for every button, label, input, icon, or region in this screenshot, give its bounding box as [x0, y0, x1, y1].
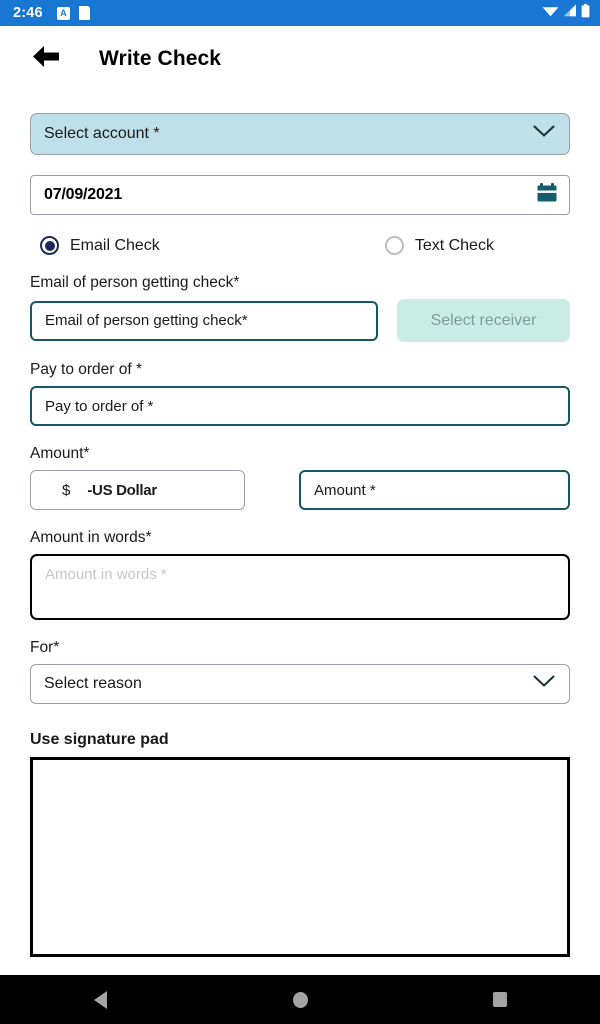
- currency-name: -US Dollar: [87, 481, 157, 499]
- radio-text-check-indicator: [384, 236, 404, 255]
- email-row: Email of person getting check* Select re…: [30, 299, 570, 342]
- radio-email-check-indicator: [40, 236, 59, 255]
- amount-in-words-label: Amount in words*: [30, 529, 152, 546]
- write-check-form: Select account * 07/09/2021 Email Check …: [0, 113, 600, 957]
- delivery-method-radio-group: Email Check Text Check: [30, 236, 570, 255]
- nav-back-button[interactable]: [0, 990, 200, 1009]
- pay-to-order-label: Pay to order of *: [30, 361, 143, 378]
- signature-pad-label: Use signature pad: [30, 731, 169, 748]
- battery-icon: [581, 3, 590, 23]
- cellular-signal-icon: [563, 4, 577, 22]
- currency-symbol: $: [62, 481, 71, 499]
- chevron-down-icon: [533, 675, 555, 693]
- select-receiver-button[interactable]: Select receiver: [397, 299, 570, 342]
- sd-card-icon: [78, 6, 90, 20]
- currency-selector[interactable]: $ -US Dollar: [30, 470, 245, 510]
- reason-section: For* Select reason: [30, 639, 570, 704]
- email-input[interactable]: Email of person getting check*: [30, 300, 378, 341]
- pay-to-order-placeholder: Pay to order of *: [45, 397, 154, 415]
- home-nav-icon: [292, 991, 308, 1008]
- signature-pad-canvas[interactable]: [30, 757, 570, 957]
- app-badge-icon: A: [56, 6, 70, 20]
- amount-row: $ -US Dollar Amount *: [30, 470, 570, 510]
- chevron-down-icon: [533, 125, 555, 143]
- app-bar: Write Check: [0, 26, 600, 92]
- radio-email-check-label: Email Check: [70, 236, 160, 254]
- back-nav-icon: [93, 990, 107, 1009]
- status-bar-time: 2:46: [13, 5, 43, 21]
- email-field-label: Email of person getting check*: [30, 274, 240, 291]
- check-date-value: 07/09/2021: [44, 186, 123, 203]
- email-input-placeholder: Email of person getting check*: [45, 312, 248, 329]
- amount-section: Amount* $ -US Dollar Amount *: [30, 445, 570, 510]
- amount-in-words-placeholder: Amount in words *: [45, 566, 167, 583]
- radio-text-check[interactable]: Text Check: [384, 236, 494, 255]
- radio-text-check-label: Text Check: [414, 236, 494, 254]
- page-title: Write Check: [99, 47, 222, 70]
- android-navigation-bar: [0, 975, 600, 1024]
- signature-section: Use signature pad: [30, 731, 570, 957]
- pay-to-order-section: Pay to order of * Pay to order of *: [30, 361, 570, 426]
- amount-in-words-section: Amount in words* Amount in words *: [30, 529, 570, 620]
- radio-email-check[interactable]: Email Check: [40, 236, 160, 255]
- check-date-field[interactable]: 07/09/2021: [30, 175, 570, 215]
- status-bar-system-icons: [542, 3, 590, 23]
- nav-home-button[interactable]: [200, 991, 400, 1008]
- select-account-label: Select account *: [44, 125, 160, 142]
- amount-in-words-input[interactable]: Amount in words *: [30, 554, 570, 620]
- nav-recents-button[interactable]: [400, 992, 600, 1007]
- back-arrow-icon[interactable]: [30, 44, 61, 74]
- reason-label: For*: [30, 639, 60, 656]
- status-bar: 2:46 A: [0, 0, 600, 26]
- wifi-icon: [542, 4, 559, 22]
- select-account-dropdown[interactable]: Select account *: [30, 113, 570, 155]
- select-reason-value: Select reason: [44, 675, 142, 692]
- recents-nav-icon: [493, 992, 507, 1007]
- pay-to-order-input[interactable]: Pay to order of *: [30, 386, 570, 426]
- amount-input-placeholder: Amount *: [314, 481, 376, 499]
- select-reason-dropdown[interactable]: Select reason: [30, 664, 570, 704]
- amount-input[interactable]: Amount *: [299, 470, 570, 510]
- calendar-icon[interactable]: [536, 182, 558, 209]
- status-bar-notification-icons: A: [56, 6, 90, 20]
- email-section: Email of person getting check* Email of …: [30, 274, 570, 342]
- amount-label: Amount*: [30, 445, 90, 462]
